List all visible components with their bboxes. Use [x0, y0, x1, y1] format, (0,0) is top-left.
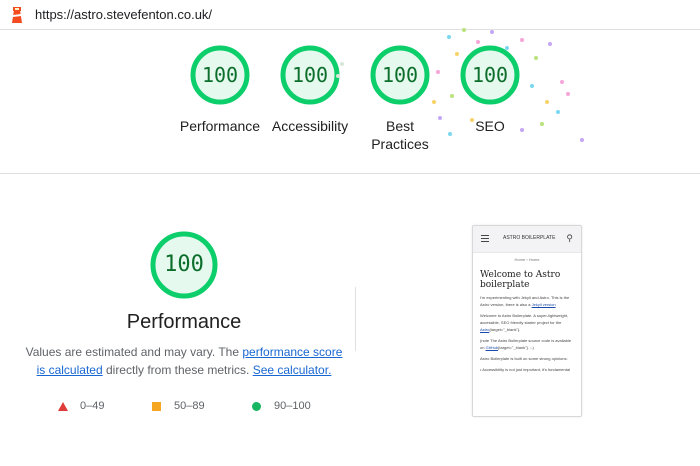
final-screenshot-thumbnail[interactable]: ASTRO BOILERPLATE ⚲ Home › Home Welcome …	[472, 225, 582, 417]
menu-icon	[481, 235, 489, 244]
thumbnail-heading: Welcome to Astro boilerplate	[480, 270, 561, 290]
gauge-label: Best Practices	[371, 118, 429, 152]
triangle-icon	[58, 402, 68, 411]
thumbnail-link: GitHub	[485, 345, 499, 350]
summary-gauges: 100 Performance 100 Accessibility 100 Be…	[0, 45, 700, 165]
page-url[interactable]: https://astro.stevefenton.co.uk/	[35, 7, 212, 22]
desc-text: directly from these metrics.	[102, 363, 253, 377]
gauge-score: 100	[471, 63, 509, 87]
score-legend: 0–49 50–89 90–100	[0, 398, 360, 414]
gauge-score: 100	[381, 63, 419, 87]
gauge-label: Performance	[179, 118, 261, 134]
thumbnail-link: Jekyll version	[531, 302, 556, 307]
top-bar: https://astro.stevefenton.co.uk/	[0, 0, 700, 30]
section-divider	[0, 173, 700, 174]
thumbnail-breadcrumb: Home › Home	[514, 257, 540, 262]
desc-text: Values are estimated and may vary. The	[25, 345, 243, 359]
gauge-label: Accessibility	[271, 118, 349, 134]
thumbnail-paragraph: (note The Astro Boilerplate source code …	[480, 337, 574, 351]
gauge-label: SEO	[475, 118, 505, 134]
gauge-seo[interactable]: 100 SEO	[445, 45, 535, 135]
search-icon: ⚲	[566, 233, 573, 243]
legend-label: 90–100	[274, 400, 311, 412]
gauge-best-practices[interactable]: 100 Best Practices	[355, 45, 445, 153]
performance-title: Performance	[126, 311, 242, 333]
performance-gauge: 100	[150, 231, 218, 299]
thumbnail-paragraph: Welcome to Astro Boilerplate. A super-li…	[480, 312, 574, 333]
thumbnail-text: {target="_blank"}.	[489, 327, 521, 332]
legend-label: 0–49	[80, 400, 105, 412]
gauge-score: 100	[291, 63, 329, 87]
performance-description: Values are estimated and may vary. The p…	[20, 343, 348, 379]
thumbnail-paragraph: Astro Boilerplate is built on some stron…	[480, 356, 568, 361]
gauge-accessibility[interactable]: 100 Accessibility	[265, 45, 355, 135]
legend-label: 50–89	[174, 400, 205, 412]
thumbnail-text: {target="_blank"}. :-)	[498, 345, 534, 350]
thumbnail-paragraph: I'm experimenting with Jekyll and Astro.…	[480, 294, 574, 308]
performance-score: 100	[164, 252, 204, 277]
square-icon	[152, 402, 161, 411]
thumbnail-link: Astro	[480, 327, 490, 332]
circle-icon	[252, 402, 261, 411]
gauge-performance[interactable]: 100 Performance	[175, 45, 265, 135]
thumbnail-text: Welcome to Astro Boilerplate. A super-li…	[480, 313, 569, 325]
thumbnail-paragraph: • Accessibility is not just important, i…	[480, 367, 570, 372]
see-calculator-link[interactable]: See calculator.	[253, 363, 332, 377]
lighthouse-logo-icon	[12, 7, 22, 23]
thumbnail-header: ASTRO BOILERPLATE ⚲	[473, 226, 581, 253]
vertical-divider	[355, 287, 356, 351]
thumbnail-brand: ASTRO BOILERPLATE	[503, 235, 556, 241]
gauge-score: 100	[201, 63, 239, 87]
